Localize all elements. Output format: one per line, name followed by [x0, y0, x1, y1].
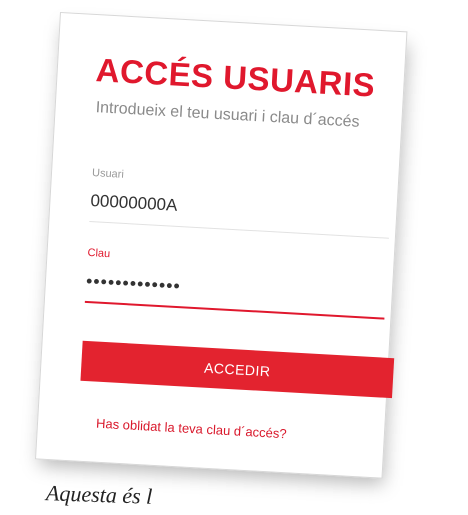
- forgot-password-link[interactable]: Has oblidat la teva clau d´accés?: [96, 416, 287, 442]
- user-field[interactable]: 00000000A: [90, 191, 391, 228]
- submit-button[interactable]: ACCEDIR: [80, 340, 395, 399]
- login-card: ACCÉS USUARIS Introdueix el teu usuari i…: [34, 12, 408, 479]
- password-label: Clau: [87, 246, 111, 261]
- screenshot-stage: ACCÉS USUARIS Introdueix el teu usuari i…: [0, 0, 468, 515]
- login-subtitle: Introdueix el teu usuari i clau d´accés: [95, 99, 360, 131]
- user-label: Usuari: [91, 167, 125, 181]
- caption-text: Aquesta és l: [45, 480, 153, 509]
- login-title: ACCÉS USUARIS: [94, 51, 377, 104]
